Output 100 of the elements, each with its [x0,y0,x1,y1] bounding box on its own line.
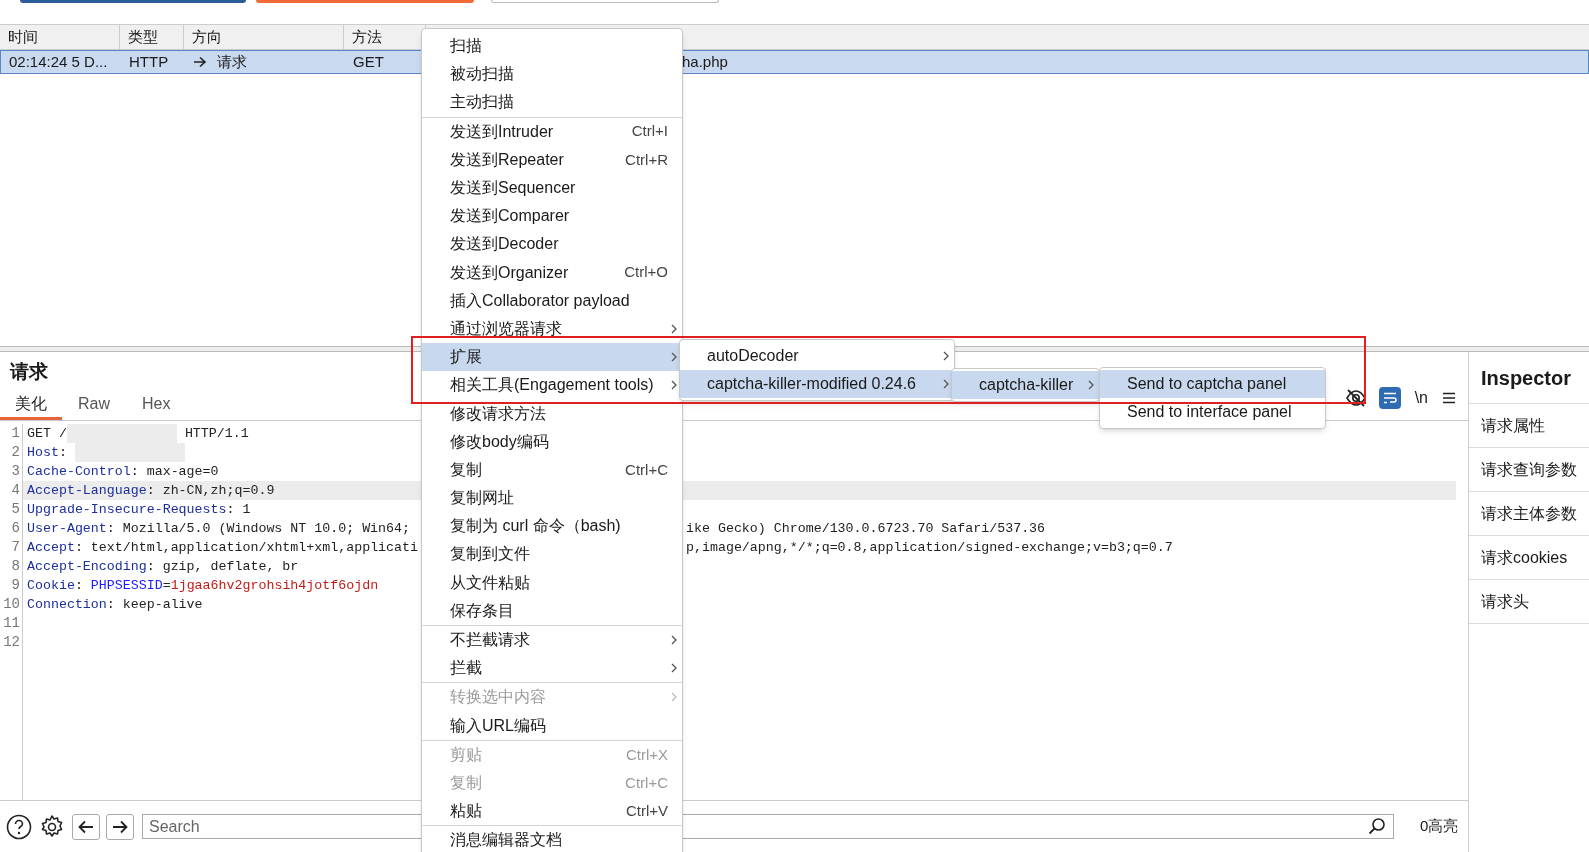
menu-item[interactable]: 主动扫描 [422,88,682,117]
line-number: 4 [10,481,21,500]
highlight-count: 0高亮 [1420,816,1459,837]
shortcut-text: Ctrl+I [631,121,669,142]
code-text: p,image/apng,*/*;q=0.8,application/signed-exchange;v=b3;q=0.7 [686,539,1173,557]
menu-item[interactable]: 不拦截请求 [422,625,682,655]
inspector-section[interactable]: 请求cookies [1469,536,1589,580]
line-number: 12 [2,633,21,652]
menu-item[interactable]: 复制 Ctrl+C [422,455,682,484]
line-number: 3 [10,462,21,481]
panel-title: 请求 [10,359,48,384]
menu-item[interactable]: captcha-killer [952,371,1099,400]
shortcut-text: Ctrl+O [624,262,669,283]
menu-item[interactable]: 拦截 [422,654,682,683]
menu-item[interactable]: captcha-killer-modified 0.24.6 [680,370,954,399]
forward-button[interactable] [106,813,134,840]
shortcut-text: Ctrl+R [625,149,669,170]
back-button[interactable] [72,813,100,840]
menu-item[interactable]: 复制为 curl 命令（bash) [422,512,682,541]
shortcut-text: Ctrl+X [625,744,669,765]
menu-item[interactable]: 保存条目 [422,596,682,625]
column-header[interactable]: 类型 [128,25,158,49]
menu-item[interactable]: 插入Collaborator payload [422,286,682,315]
code-text: Upgrade-Insecure-Requests [27,501,227,519]
line-number: 7 [10,538,21,557]
shortcut-text: Ctrl+C [625,459,669,480]
arrow-right-icon [193,56,207,68]
line-number: 10 [2,595,21,614]
menu-item[interactable]: 扩展 [422,343,682,372]
menu-item[interactable]: 发送到Repeater Ctrl+R [422,145,682,174]
tab[interactable]: Raw [62,391,126,420]
inspector-section[interactable]: 请求头 [1469,580,1589,624]
arrow-left-icon [78,819,94,834]
column-header[interactable]: 方法 [352,25,382,49]
code-text: : max-age=0 [130,463,219,481]
inspector-section[interactable]: 请求属性 [1469,404,1589,448]
code-text: HTTP/1.1 [183,425,249,443]
menu-item[interactable]: 相关工具(Engagement tools) [422,371,682,400]
line-number: 5 [10,500,21,519]
table-cell-text: HTTP [129,51,169,72]
code-text: Accept-Language [27,482,147,500]
inspector-section[interactable]: 请求查询参数 [1469,448,1589,492]
menu-item[interactable]: 发送到Intruder Ctrl+I [422,117,682,146]
menu-item[interactable]: 发送到Sequencer [422,173,682,203]
tab[interactable]: Hex [126,391,187,420]
menu-item[interactable]: 复制网址 [422,484,682,513]
tab[interactable]: 美化 [0,391,62,420]
code-text: PHPSESSID [90,577,163,595]
code-text: : [58,444,68,462]
code-text: : [74,577,84,595]
line-number: 9 [10,576,21,595]
line-number: 1 [10,424,21,443]
code-text: ike Gecko) Chrome/130.0.6723.70 Safari/537.36 [686,520,1046,538]
menu-item[interactable]: autoDecoder [680,342,954,371]
search-icon[interactable] [1368,817,1386,835]
line-number: 8 [10,557,21,576]
code-text: Cookie [27,577,75,595]
menu-item[interactable]: Send to captcha panel [1100,370,1325,399]
code-text: Connection [27,596,107,614]
menu-item[interactable]: Send to interface panel [1100,398,1325,427]
code-text: GET / [27,425,67,443]
wrap-lines-icon [1382,392,1397,404]
line-number: 6 [10,519,21,538]
wrap-lines-button[interactable] [1378,387,1401,409]
code-text: : keep-alive [106,596,203,614]
code-text: : Mozilla/5.0 (Windows NT 10.0; Win64; [106,520,410,538]
table-cell-text: 02:14:24 5 D... [9,51,108,72]
table-cell-text: GET [353,51,384,72]
code-text: 1jgaa6hv2grohsih4jotf6ojdn [170,577,379,595]
menu-item[interactable]: 发送到Decoder [422,230,682,259]
code-text: Host [27,444,59,462]
code-text: Accept-Encoding [27,558,147,576]
code-text: : text/html,application/xhtml+xml,applicati [74,539,418,557]
table-cell-text: ha.php [682,51,728,72]
menu-item[interactable]: 修改body编码 [422,427,682,456]
visibility-off-icon[interactable] [1344,388,1367,408]
column-header[interactable]: 时间 [8,25,38,49]
menu-item[interactable]: 通过浏览器请求 [422,314,682,344]
menu-item[interactable]: 复制到文件 [422,540,682,569]
newline-toggle[interactable]: \n [1412,386,1430,410]
menu-icon[interactable] [1442,392,1456,404]
code-text: = [162,577,171,595]
menu-item[interactable]: 修改请求方法 [422,399,682,428]
menu-item[interactable]: 发送到Comparer [422,202,682,231]
code-text: : 1 [226,501,251,519]
line-number: 11 [2,614,21,633]
line-number: 2 [10,443,21,462]
code-text: Accept [27,539,75,557]
menu-item[interactable]: 输入URL编码 [422,711,682,740]
code-text: : gzip, deflate, br [146,558,299,576]
column-header[interactable]: 方向 [192,25,222,49]
inspector-title: Inspector [1481,365,1572,391]
inspector-section[interactable]: 请求主体参数 [1469,492,1589,536]
code-text: User-Agent [27,520,107,538]
code-text: : zh-CN,zh;q=0.9 [146,482,275,500]
code-text: Cache-Control [27,463,131,481]
help-icon[interactable] [6,813,32,840]
menu-item[interactable]: 从文件粘贴 [422,568,682,597]
menu-item[interactable]: 发送到Organizer Ctrl+O [422,258,682,287]
arrow-right-icon [112,819,128,834]
